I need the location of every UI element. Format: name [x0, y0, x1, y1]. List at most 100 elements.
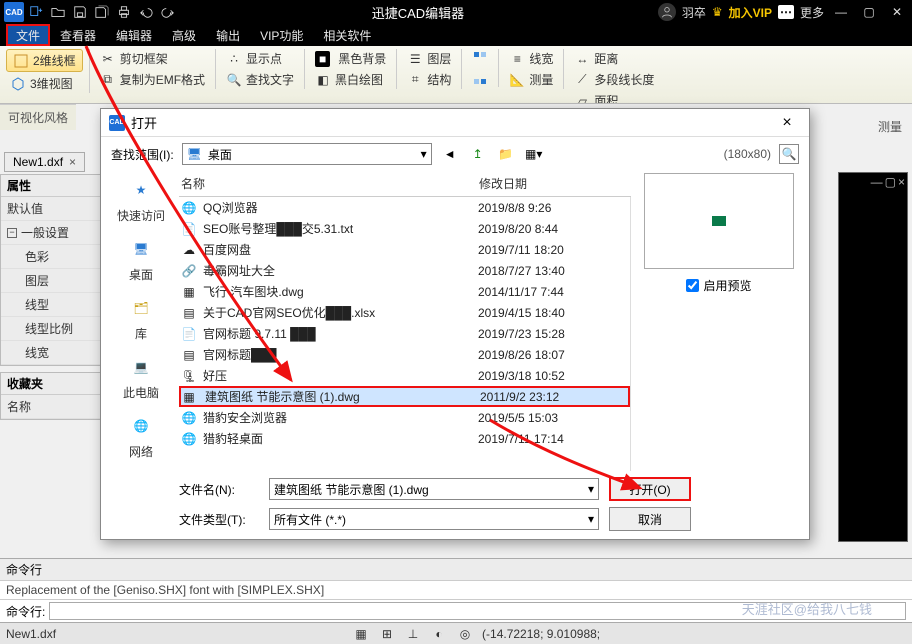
btn-nav2[interactable] [468, 69, 492, 87]
drawing-canvas[interactable]: —▢× [838, 172, 908, 542]
menu-output[interactable]: 输出 [206, 24, 250, 46]
maximize-button[interactable]: ▢ [858, 1, 880, 23]
prop-ltscale[interactable]: 线型比例 [1, 317, 101, 341]
file-name: SEO账号整理███交5.31.txt [203, 220, 472, 237]
place-libraries[interactable]: 🗂库 [124, 293, 158, 342]
file-row[interactable]: 📄SEO账号整理███交5.31.txt2019/8/20 8:44 [179, 218, 630, 239]
file-row[interactable]: ▤关于CAD官网SEO优化███.xlsx2019/4/15 18:40 [179, 302, 630, 323]
save-all-icon[interactable] [92, 2, 112, 22]
place-quick-access[interactable]: ★快速访问 [117, 175, 165, 224]
prop-linetype[interactable]: 线型 [1, 293, 101, 317]
file-icon: ▦ [181, 284, 197, 300]
col-name[interactable]: 名称 [181, 175, 479, 192]
fav-name[interactable]: 名称 [1, 395, 101, 419]
menu-vip[interactable]: VIP功能 [250, 24, 313, 46]
palette-min-icon[interactable]: — [871, 175, 883, 189]
more-icon[interactable]: ⋯ [778, 5, 794, 19]
username[interactable]: 羽卒 [682, 4, 706, 21]
back-button[interactable]: ◄ [440, 144, 460, 164]
place-network[interactable]: 🌐网络 [124, 411, 158, 460]
print-icon[interactable] [114, 2, 134, 22]
polar-icon[interactable]: ◐ [430, 625, 448, 643]
lineweight-icon: ≡ [509, 51, 525, 67]
filename-combo[interactable]: 建筑图纸 节能示意图 (1).dwg▾ [269, 478, 599, 500]
save-icon[interactable] [70, 2, 90, 22]
vip-link[interactable]: 加入VIP [729, 4, 772, 21]
menu-viewer[interactable]: 查看器 [50, 24, 106, 46]
btn-show-points[interactable]: ∴显示点 [222, 49, 298, 68]
file-row[interactable]: ☁百度网盘2019/7/11 18:20 [179, 239, 630, 260]
file-row[interactable]: ▤官网标题███2019/8/26 18:07 [179, 344, 630, 365]
grid-icon[interactable]: ⊞ [378, 625, 396, 643]
btn-lineweight[interactable]: ≡线宽 [505, 49, 557, 68]
osnap-icon[interactable]: ◎ [456, 625, 474, 643]
file-row[interactable]: 📄官网标题 9.7.11 ███2019/7/23 15:28 [179, 323, 630, 344]
btn-cut-frame[interactable]: ✂剪切框架 [96, 49, 209, 68]
close-button[interactable]: ✕ [886, 1, 908, 23]
general-row[interactable]: −一般设置 [1, 221, 101, 245]
up-button[interactable]: ↥ [468, 144, 488, 164]
menu-related[interactable]: 相关软件 [313, 24, 381, 46]
file-row[interactable]: ▦建筑图纸 节能示意图 (1).dwg2011/9/2 23:12 [179, 386, 630, 407]
label: 线宽 [25, 344, 49, 361]
file-row[interactable]: 🌐猎豹轻桌面2019/7/11 17:14 [179, 428, 630, 449]
palette-close-icon[interactable]: × [898, 175, 905, 189]
default-row[interactable]: 默认值 [1, 197, 101, 221]
filetype-combo[interactable]: 所有文件 (*.*)▾ [269, 508, 599, 530]
prop-layer[interactable]: 图层 [1, 269, 101, 293]
btn-area[interactable]: ▱面积 [570, 91, 658, 104]
place-desktop[interactable]: 🖥桌面 [124, 234, 158, 283]
file-list[interactable]: 🌐QQ浏览器2019/8/8 9:26📄SEO账号整理███交5.31.txt2… [179, 197, 631, 471]
btn-polylen[interactable]: ⟋多段线长度 [570, 70, 658, 89]
menu-file[interactable]: 文件 [6, 24, 50, 46]
dialog-close-button[interactable]: × [773, 109, 801, 137]
points-icon: ∴ [226, 51, 242, 67]
view-menu-button[interactable]: ▦▾ [524, 144, 544, 164]
more-label[interactable]: 更多 [800, 4, 824, 21]
btn-2d-wireframe[interactable]: 2维线框 [6, 49, 83, 72]
menu-advanced[interactable]: 高级 [162, 24, 206, 46]
btn-layers[interactable]: ☰图层 [403, 49, 455, 68]
ortho-icon[interactable]: ⊥ [404, 625, 422, 643]
collapse-icon[interactable]: − [7, 228, 17, 238]
command-input[interactable] [49, 602, 906, 620]
btn-copy-emf[interactable]: ⧉复制为EMF格式 [96, 70, 209, 89]
file-date: 2019/8/8 9:26 [478, 201, 628, 215]
user-avatar-icon[interactable] [658, 3, 676, 21]
file-row[interactable]: ▦飞行 汽车图块.dwg2014/11/17 7:44 [179, 281, 630, 302]
open-button[interactable]: 打开(O) [609, 477, 691, 501]
btn-find-text[interactable]: 🔍查找文字 [222, 70, 298, 89]
cancel-button[interactable]: 取消 [609, 507, 691, 531]
file-row[interactable]: 🔗毒霸网址大全2018/7/27 13:40 [179, 260, 630, 281]
open-icon[interactable] [48, 2, 68, 22]
prop-lineweight[interactable]: 线宽 [1, 341, 101, 365]
col-date[interactable]: 修改日期 [479, 175, 629, 192]
snap-icon[interactable]: ▦ [352, 625, 370, 643]
lookin-combo[interactable]: 🖥 桌面 ▾ [182, 143, 432, 165]
preview-tool-button[interactable]: 🔍 [779, 144, 799, 164]
checkbox[interactable] [686, 279, 699, 292]
new-folder-button[interactable]: 📁 [496, 144, 516, 164]
btn-measure[interactable]: 📐测量 [505, 70, 557, 89]
btn-bw-draw[interactable]: ◧黑白绘图 [311, 70, 390, 89]
minimize-button[interactable]: — [830, 1, 852, 23]
prop-color[interactable]: 色彩 [1, 245, 101, 269]
file-row[interactable]: 🗜好压2019/3/18 10:52 [179, 365, 630, 386]
command-title: 命令行 [0, 559, 912, 581]
palette-max-icon[interactable]: ▢ [885, 175, 896, 189]
menu-editor[interactable]: 编辑器 [106, 24, 162, 46]
distance-icon: ↔ [574, 51, 590, 67]
enable-preview-checkbox[interactable]: 启用预览 [686, 277, 751, 294]
new-icon[interactable] [26, 2, 46, 22]
place-this-pc[interactable]: 💻此电脑 [123, 352, 159, 401]
label: 线宽 [529, 50, 553, 67]
redo-icon[interactable] [158, 2, 178, 22]
file-row[interactable]: 🌐QQ浏览器2019/8/8 9:26 [179, 197, 630, 218]
btn-distance[interactable]: ↔距离 [570, 49, 658, 68]
btn-nav1[interactable] [468, 49, 492, 67]
undo-icon[interactable] [136, 2, 156, 22]
file-row[interactable]: 🌐猎豹安全浏览器2019/5/5 15:03 [179, 407, 630, 428]
btn-black-bg[interactable]: ■黑色背景 [311, 49, 390, 68]
btn-structure[interactable]: ⌗结构 [403, 70, 455, 89]
btn-3d-view[interactable]: 3维视图 [6, 74, 83, 93]
